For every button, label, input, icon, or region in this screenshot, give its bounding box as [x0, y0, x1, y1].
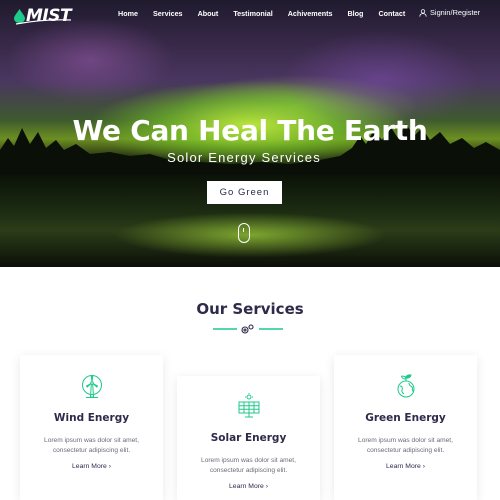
- learn-more-link[interactable]: Learn More ›: [334, 463, 477, 470]
- signin-register-link[interactable]: Signin/Register: [419, 8, 480, 17]
- card-title: Wind Energy: [53, 412, 130, 424]
- learn-more-label: Learn More: [229, 483, 264, 490]
- gears-icon: [241, 324, 254, 334]
- learn-more-label: Learn More: [386, 463, 421, 470]
- nav-blog[interactable]: Blog: [347, 9, 363, 18]
- hero-title: We Can Heal The Earth: [72, 114, 428, 147]
- solar-panel-icon: [177, 393, 320, 419]
- nav-about[interactable]: About: [198, 9, 219, 18]
- nav-services[interactable]: Services: [153, 9, 183, 18]
- card-description-line2: consectetur adipiscing elit.: [209, 467, 288, 474]
- section-divider: [213, 324, 283, 334]
- logo-swoosh: [15, 19, 72, 25]
- hero-subtitle: Solor Energy Services: [167, 150, 321, 165]
- services-heading: Our Services: [196, 300, 304, 318]
- signin-label: Signin/Register: [430, 8, 481, 17]
- nav-home[interactable]: Home: [118, 9, 138, 18]
- service-card-wind: Wind Energy Lorem ipsum was dolor sit am…: [20, 355, 163, 500]
- learn-more-link[interactable]: Learn More ›: [20, 463, 163, 470]
- service-card-green: Green Energy Lorem ipsum was dolor sit a…: [334, 355, 477, 500]
- card-title: Green Energy: [365, 412, 446, 424]
- chevron-right-icon: ›: [108, 463, 111, 470]
- nav-achivements[interactable]: Achivements: [288, 9, 333, 18]
- hero-section: MIST Home Services About Testimonial Ach…: [0, 0, 500, 267]
- card-description-line2: consectetur adipiscing elit.: [52, 447, 131, 454]
- card-description-line2: consectetur adipiscing elit.: [366, 447, 445, 454]
- green-earth-icon: [334, 374, 477, 400]
- nav-contact[interactable]: Contact: [378, 9, 405, 18]
- learn-more-link[interactable]: Learn More ›: [177, 483, 320, 490]
- chevron-right-icon: ›: [265, 483, 268, 490]
- card-title: Solar Energy: [210, 432, 287, 444]
- service-card-solar: Solar Energy Lorem ipsum was dolor sit a…: [177, 376, 320, 500]
- chevron-right-icon: ›: [422, 463, 425, 470]
- learn-more-label: Learn More: [72, 463, 107, 470]
- card-description-line1: Lorem ipsum was dolor sit amet,: [201, 457, 296, 464]
- card-description-line1: Lorem ipsum was dolor sit amet,: [44, 437, 139, 444]
- card-description-line1: Lorem ipsum was dolor sit amet,: [358, 437, 453, 444]
- wind-turbine-icon: [20, 374, 163, 400]
- top-navigation: MIST Home Services About Testimonial Ach…: [0, 0, 500, 28]
- user-icon: [419, 8, 427, 17]
- go-green-button[interactable]: Go Green: [207, 181, 282, 204]
- nav-testimonial[interactable]: Testimonial: [233, 9, 272, 18]
- main-menu: Home Services About Testimonial Achiveme…: [118, 9, 420, 18]
- scroll-down-mouse-icon[interactable]: [238, 223, 250, 243]
